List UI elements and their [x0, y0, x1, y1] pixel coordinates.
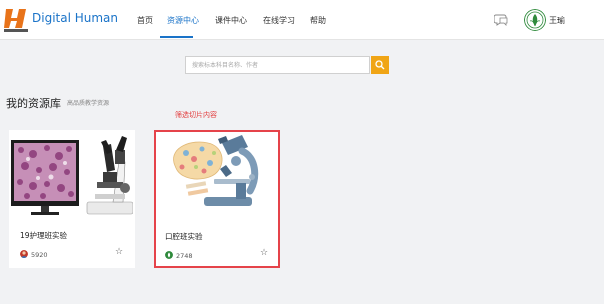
search-icon — [375, 60, 385, 70]
nav-active-indicator — [160, 36, 193, 38]
top-header: Digital Human 首页 资源中心 课件中心 在线学习 帮助 王瑜 — [0, 0, 604, 40]
card-title[interactable]: 19护理班实验 — [20, 230, 67, 241]
resource-card[interactable]: 口腔班实验 2748 ☆ — [154, 130, 280, 268]
star-icon[interactable]: ☆ — [260, 249, 268, 258]
avatar[interactable] — [524, 9, 546, 31]
library-subtitle: 高品质教学资源 — [67, 100, 110, 107]
microscope-illustration-image — [156, 133, 278, 219]
username[interactable]: 王瑜 — [549, 15, 565, 26]
author-avatar — [20, 250, 28, 258]
view-count: 5920 — [31, 251, 48, 259]
library-title: 我的资源库 — [6, 97, 61, 110]
view-count: 2748 — [176, 252, 193, 260]
nav-online-learning[interactable]: 在线学习 — [263, 15, 295, 26]
nav-resource-center[interactable]: 资源中心 — [167, 15, 199, 26]
search-button[interactable] — [371, 56, 389, 74]
author-avatar — [165, 251, 173, 259]
microscope-monitor-image — [11, 132, 133, 218]
nav-courseware-center[interactable]: 课件中心 — [215, 15, 247, 26]
nav-home[interactable]: 首页 — [137, 15, 153, 26]
logo-icon[interactable] — [4, 6, 28, 32]
chat-icon[interactable] — [494, 14, 508, 26]
filter-hint: 筛选切片内容 — [175, 111, 217, 119]
search-input[interactable] — [185, 56, 370, 74]
brand-name[interactable]: Digital Human — [32, 11, 118, 25]
resource-card[interactable]: 19护理班实验 5920 ☆ — [9, 130, 135, 268]
star-icon[interactable]: ☆ — [115, 248, 123, 257]
card-title[interactable]: 口腔班实验 — [165, 231, 203, 242]
nav-help[interactable]: 帮助 — [310, 15, 326, 26]
